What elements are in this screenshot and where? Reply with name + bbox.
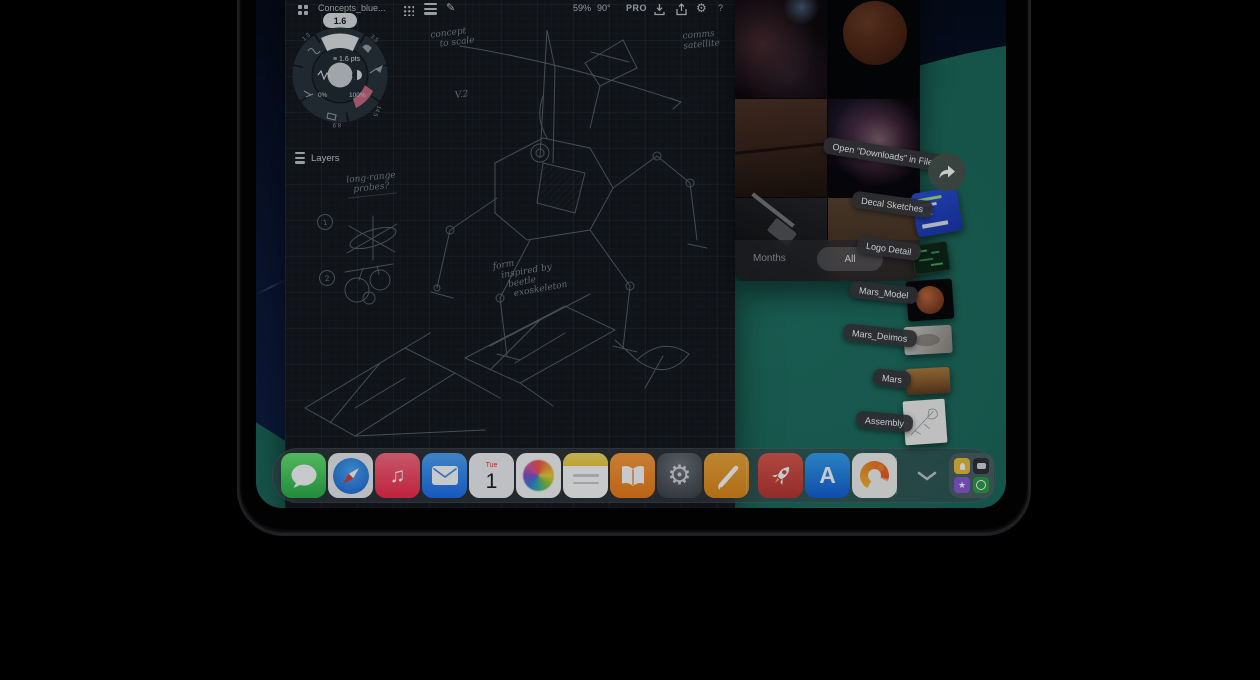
dock: ♫ Tue 1 ⚙ [272, 448, 996, 503]
settings-gear-icon[interactable]: ⚙ [696, 1, 707, 15]
photos-app-icon[interactable] [516, 453, 561, 498]
pro-badge[interactable]: PRO [626, 3, 647, 13]
concepts-app-window: conceptto scale commssatellite V.2 long-… [285, 0, 735, 508]
mini-clock-icon [973, 477, 989, 493]
concepts-app-icon[interactable] [704, 453, 749, 498]
mini-star-icon: ★ [954, 477, 970, 493]
tool-wheel[interactable]: 1.6 ≡ 1.6 pt [290, 13, 400, 137]
messages-app-icon[interactable] [281, 453, 326, 498]
wheel-knob[interactable] [328, 63, 353, 88]
svg-text:8.9: 8.9 [332, 121, 341, 127]
gear-icon: ⚙ [667, 460, 691, 491]
import-icon[interactable] [653, 3, 666, 16]
drag-thumb-mars[interactable] [905, 367, 950, 395]
notes-app-icon[interactable] [563, 453, 608, 498]
document-title[interactable]: Concepts_blue... [318, 3, 386, 13]
dock-separator [896, 457, 897, 494]
open-in-files-button[interactable] [928, 153, 966, 191]
selection-tool-icon[interactable] [424, 3, 437, 17]
opacity-min: 0% [318, 92, 328, 99]
wheel-size-label: ≡ 1.6 pts [333, 56, 361, 63]
calendar-app-icon[interactable]: Tue 1 [469, 453, 514, 498]
rotation-value[interactable]: 90° [597, 3, 611, 13]
app-store-app-icon[interactable]: A [805, 453, 850, 498]
export-icon[interactable] [675, 3, 688, 16]
help-icon[interactable]: ? [718, 3, 723, 13]
layers-button[interactable]: Layers [295, 152, 340, 166]
opacity-max: 100% [349, 92, 366, 99]
layers-label: Layers [311, 153, 340, 164]
layers-menu-icon [295, 152, 305, 166]
compass-needle-icon [333, 458, 369, 494]
pen-icon [710, 459, 744, 493]
note-comms-satellite: commssatellite [682, 28, 720, 51]
mini-tips-icon [954, 458, 970, 474]
books-app-icon[interactable] [610, 453, 655, 498]
c-swirl-icon [860, 461, 889, 490]
music-note-icon: ♫ [390, 464, 406, 488]
dock-collapse-button[interactable] [911, 453, 943, 498]
dock-separator [746, 457, 747, 494]
rocket-app-icon[interactable] [758, 453, 803, 498]
wallpaper-streak [256, 278, 287, 295]
calendar-day: 1 [486, 470, 498, 493]
mini-camera-icon [973, 458, 989, 474]
music-app-icon[interactable]: ♫ [375, 453, 420, 498]
grid-dots-icon[interactable] [403, 5, 414, 16]
pen-tool-icon[interactable]: ✎ [446, 1, 455, 15]
ipad-screen: conceptto scale commssatellite V.2 long-… [256, 0, 1006, 508]
forward-arrow-icon [937, 163, 957, 181]
calendar-weekday: Tue [486, 462, 498, 470]
speech-bubble-icon [290, 463, 318, 489]
open-book-icon [618, 462, 648, 490]
rocket-icon [761, 456, 801, 496]
zoom-level[interactable]: 59% [573, 3, 591, 13]
ipad-device: conceptto scale commssatellite V.2 long-… [237, 0, 1031, 536]
safari-app-icon[interactable] [328, 453, 373, 498]
mail-app-icon[interactable] [422, 453, 467, 498]
app-library-icon[interactable]: ★ [949, 453, 994, 498]
note-version: V.2 [454, 89, 469, 101]
chevron-down-icon [916, 470, 938, 482]
flower-icon [523, 460, 554, 491]
active-size-value: 1.6 [334, 16, 347, 26]
appstore-a-icon: A [819, 462, 836, 489]
tab-months[interactable]: Months [753, 253, 786, 264]
settings-app-icon[interactable]: ⚙ [657, 453, 702, 498]
c-swirl-app-icon[interactable] [852, 453, 897, 498]
envelope-icon [432, 466, 458, 485]
